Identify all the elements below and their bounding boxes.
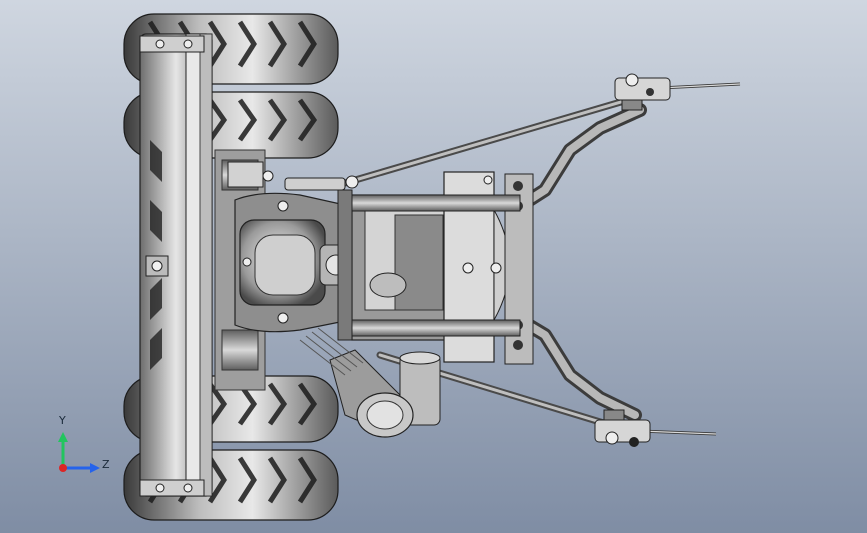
graphics-viewport[interactable]: Y Z: [0, 0, 867, 533]
x-axis-dot: [59, 464, 67, 472]
axis-triad: [58, 432, 100, 473]
z-axis-arrowhead: [90, 463, 100, 473]
z-axis-label: Z: [102, 458, 110, 471]
y-axis-label: Y: [59, 414, 66, 427]
y-axis-arrowhead: [58, 432, 68, 442]
